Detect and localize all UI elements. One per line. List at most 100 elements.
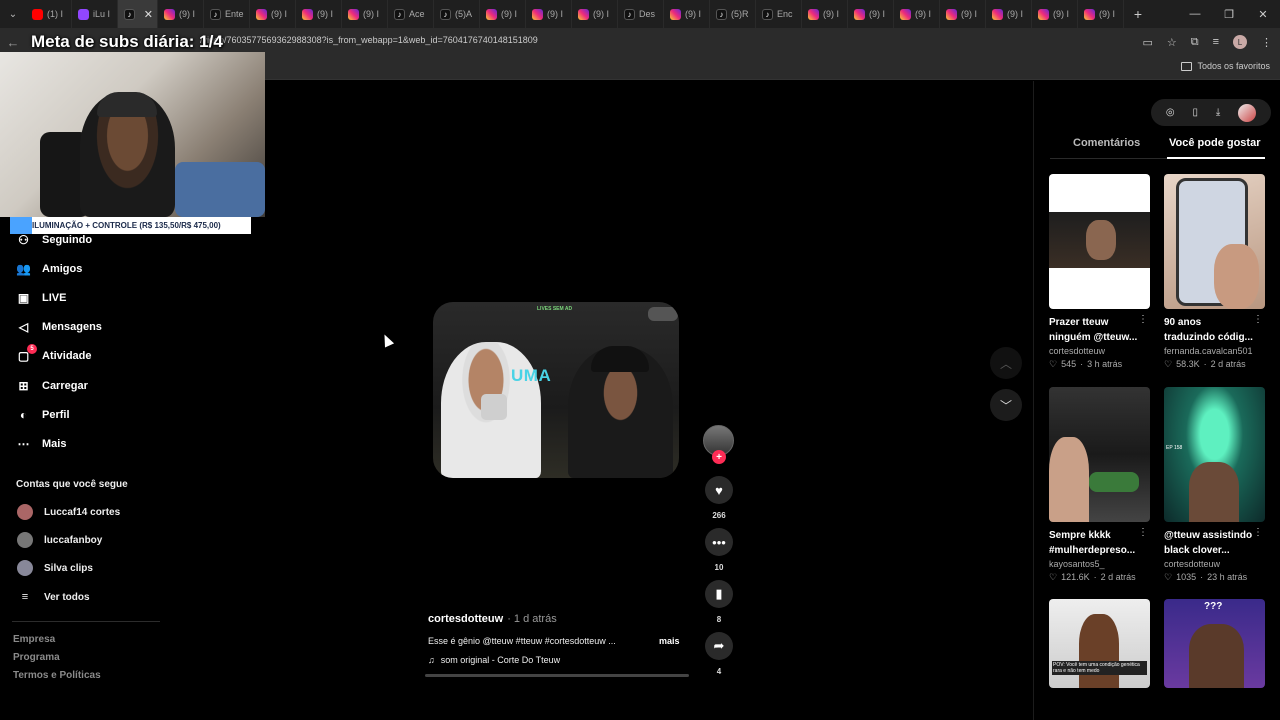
video-player[interactable]: LIVES SEM AD UMA	[433, 302, 679, 478]
previous-video-button[interactable]: ︿	[990, 347, 1022, 379]
video-music[interactable]: ♫ som original - Corte Do Tteuw	[428, 655, 560, 665]
recommended-card[interactable]: ⋮ 90 anos traduzindo códig... fernanda.c…	[1164, 174, 1265, 370]
card-title: Prazer tteuw ninguém @tteuw...	[1049, 317, 1138, 343]
compass-icon[interactable]: ◎	[1166, 107, 1175, 118]
browser-tab[interactable]: (9) I	[250, 0, 296, 28]
card-thumbnail: EP 158	[1164, 387, 1265, 522]
comment-icon[interactable]: •••	[705, 528, 733, 556]
follow-plus-icon[interactable]: +	[712, 450, 726, 464]
back-icon[interactable]: ←	[0, 35, 26, 50]
upload-icon: ⊞	[18, 379, 29, 393]
bookmark-star-icon[interactable]: ☆	[1167, 36, 1177, 49]
sidebar-item-carregar[interactable]: ⊞ Carregar	[16, 374, 87, 398]
card-options-icon[interactable]: ⋮	[1253, 314, 1263, 325]
video-progress-bar[interactable]	[425, 674, 689, 677]
browser-tab[interactable]: (9) I	[802, 0, 848, 28]
instagram-icon	[854, 8, 865, 20]
card-options-icon[interactable]: ⋮	[1138, 527, 1148, 538]
sidebar-item-atividade[interactable]: ▢ 5 Atividade	[16, 343, 92, 368]
browser-tab[interactable]: (9) I	[1032, 0, 1078, 28]
profile-avatar[interactable]: L	[1233, 35, 1247, 49]
right-toolbar: ◎ ▯ ⤓	[1151, 99, 1271, 126]
card-options-icon[interactable]: ⋮	[1253, 527, 1263, 538]
tab-search-icon[interactable]: ⌄	[0, 0, 26, 28]
browser-tab[interactable]: (9) I	[894, 0, 940, 28]
video-author[interactable]: cortesdotteuw · 1 d atrás	[428, 613, 557, 625]
browser-tab[interactable]: (9) I	[940, 0, 986, 28]
instagram-icon	[532, 8, 543, 20]
browser-tab[interactable]: (9) I	[296, 0, 342, 28]
cast-icon[interactable]: ▭	[1142, 36, 1152, 49]
see-all-link[interactable]: ≡ Ver todos	[17, 591, 90, 603]
sidebar-item-perfil[interactable]: ◐ Perfil	[16, 403, 70, 427]
browser-tab[interactable]: (9) I	[342, 0, 388, 28]
more-button[interactable]: mais	[659, 636, 680, 646]
browser-tab[interactable]: (9) I	[480, 0, 526, 28]
browser-tab[interactable]: (9) I	[1078, 0, 1124, 28]
browser-tab[interactable]: ♪ ✕	[118, 0, 158, 28]
browser-tab[interactable]: (9) I	[526, 0, 572, 28]
browser-tab[interactable]: ♪ Enc	[756, 0, 802, 28]
media-control-icon[interactable]: ≡	[1213, 36, 1219, 48]
tab-comments[interactable]: Comentários	[1073, 137, 1140, 149]
sidebar-item-mensagens[interactable]: ◁ Mensagens	[16, 315, 102, 339]
share-icon[interactable]: ➦	[705, 632, 733, 660]
video-description: Esse é gênio @tteuw #tteuw #cortesdotteu…	[428, 636, 616, 646]
new-tab-button[interactable]: +	[1124, 6, 1152, 22]
bookmark-icon[interactable]: ▮	[705, 580, 733, 608]
account-name: luccafanboy	[44, 534, 103, 546]
extensions-icon[interactable]: ⧉	[1191, 36, 1199, 49]
heart-icon: ♡	[1049, 572, 1058, 582]
next-video-button[interactable]: ﹀	[990, 389, 1022, 421]
author-name[interactable]: cortesdotteuw	[428, 613, 503, 625]
webcam-overlay	[0, 52, 265, 217]
sidebar-item-label: LIVE	[42, 292, 67, 304]
browser-tab[interactable]: ♪ Ace	[388, 0, 434, 28]
footer-link-empresa[interactable]: Empresa	[13, 634, 55, 645]
all-bookmarks-button[interactable]: Todos os favoritos	[1181, 61, 1270, 71]
instagram-icon	[1084, 8, 1095, 20]
following-account[interactable]: Luccaf14 cortes	[17, 504, 120, 520]
following-account[interactable]: Silva clips	[17, 560, 93, 576]
browser-tab[interactable]: ♪ Ente	[204, 0, 250, 28]
menu-kebab-icon[interactable]: ⋮	[1261, 36, 1272, 49]
recommended-card[interactable]: ⋮ Prazer tteuw ninguém @tteuw... cortesd…	[1049, 174, 1150, 370]
url-text[interactable]: /video/7603577569362988308?is_from_webap…	[200, 35, 538, 45]
user-avatar[interactable]	[1238, 103, 1257, 122]
sidebar-item-seguindo[interactable]: ⚇ Seguindo	[16, 228, 92, 252]
following-account[interactable]: luccafanboy	[17, 532, 102, 548]
tab-you-may-like[interactable]: Você pode gostar	[1169, 137, 1260, 149]
sidebar-divider	[12, 621, 160, 622]
browser-tab[interactable]: (9) I	[986, 0, 1032, 28]
live-icon: ▣	[17, 291, 30, 305]
browser-tab[interactable]: (9) I	[664, 0, 710, 28]
phone-icon[interactable]: ▯	[1192, 107, 1198, 118]
recommended-card[interactable]: EP 158 ⋮ @tteuw assistindo black clover.…	[1164, 387, 1265, 583]
browser-tab[interactable]: (1) I	[26, 0, 72, 28]
browser-tab[interactable]: (9) I	[158, 0, 204, 28]
tab-close-icon[interactable]: ✕	[144, 8, 153, 21]
sidebar-item-live[interactable]: ▣ LIVE	[16, 286, 67, 310]
footer-link-programa[interactable]: Programa	[13, 652, 60, 663]
instagram-icon	[808, 8, 819, 20]
recommended-card[interactable]: ???	[1164, 599, 1265, 688]
download-icon[interactable]: ⤓	[1216, 107, 1220, 118]
browser-tab[interactable]: (9) I	[572, 0, 618, 28]
maximize-icon[interactable]: ❐	[1212, 0, 1246, 28]
card-options-icon[interactable]: ⋮	[1138, 314, 1148, 325]
browser-tab[interactable]: ♪ (5)R	[710, 0, 756, 28]
footer-link-termos[interactable]: Termos e Políticas	[13, 670, 101, 681]
browser-tab[interactable]: iLu I	[72, 0, 118, 28]
sidebar-item-mais[interactable]: ⋯ Mais	[16, 432, 67, 456]
instagram-icon	[900, 8, 911, 20]
sidebar-item-amigos[interactable]: 👥 Amigos	[16, 257, 82, 281]
close-window-icon[interactable]: ✕	[1246, 0, 1280, 28]
recommended-card[interactable]: ⋮ Sempre kkkk #mulherdepreso... kayosant…	[1049, 387, 1150, 583]
browser-tab[interactable]: ♪ (5)A	[434, 0, 480, 28]
browser-tab[interactable]: ♪ Des	[618, 0, 664, 28]
recommended-card[interactable]: POV: Você tem uma condição genética rara…	[1049, 599, 1150, 688]
tab-label: (9) I	[179, 9, 196, 19]
like-icon[interactable]: ♥	[705, 476, 733, 504]
minimize-icon[interactable]: —	[1178, 0, 1212, 28]
browser-tab[interactable]: (9) I	[848, 0, 894, 28]
